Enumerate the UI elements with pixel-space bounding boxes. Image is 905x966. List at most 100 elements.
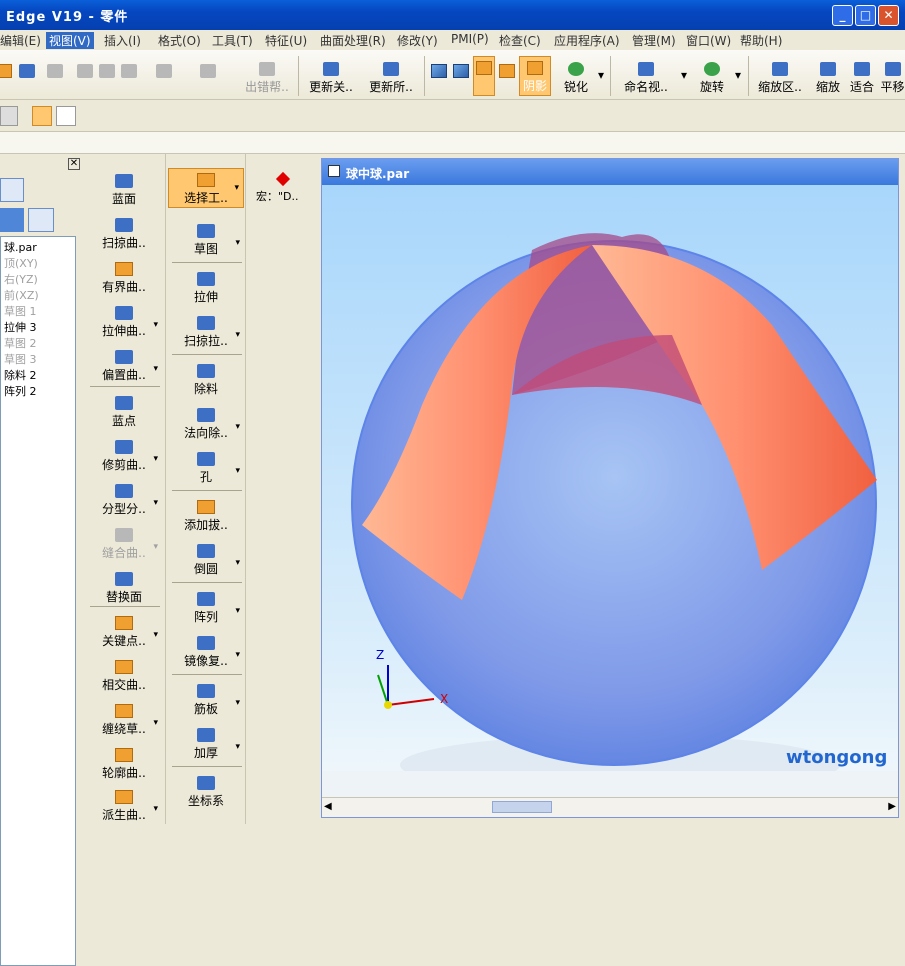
swept-surface-button[interactable]: 扫掠曲..	[86, 218, 162, 251]
sharpen-dropdown[interactable]: ▾	[597, 68, 605, 82]
wrap-sketch-button[interactable]: 缠绕草.. ▾	[86, 704, 162, 737]
tree-item[interactable]: 顶(XY)	[4, 255, 38, 271]
round-button[interactable]: 倒圆 ▾	[168, 544, 244, 577]
menu-inspect[interactable]: 检查(C)	[499, 32, 541, 49]
tree-item[interactable]: 拉伸 3	[4, 319, 37, 335]
thicken-button[interactable]: 加厚 ▾	[168, 728, 244, 761]
maximize-button[interactable]: □	[855, 5, 876, 26]
scroll-thumb[interactable]	[492, 801, 552, 813]
tree-file[interactable]: 球.par	[4, 239, 37, 255]
update-all-icon	[383, 62, 399, 76]
intersection-curve-button[interactable]: 相交曲..	[86, 660, 162, 693]
bounded-surface-button[interactable]: 有界曲..	[86, 262, 162, 295]
assembly-icon[interactable]	[0, 208, 24, 232]
offset-surface-button[interactable]: 偏置曲.. ▾	[86, 350, 162, 383]
hole-button[interactable]: 孔 ▾	[168, 452, 244, 485]
coordinate-system-button[interactable]: 坐标系	[168, 776, 244, 809]
swept-protrusion-button[interactable]: 扫掠拉.. ▾	[168, 316, 244, 349]
graphics-viewport[interactable]: Z X wtongong	[322, 185, 898, 771]
menu-view[interactable]: 视图(V)	[46, 32, 94, 49]
redo-button[interactable]	[196, 60, 220, 80]
scroll-left-icon[interactable]: ◀	[324, 801, 332, 812]
layers-icon[interactable]	[28, 208, 54, 232]
save-button[interactable]	[18, 60, 36, 80]
undo-button[interactable]	[152, 60, 176, 80]
contour-curve-button[interactable]: 轮廓曲..	[86, 748, 162, 781]
menu-window[interactable]: 窗口(W)	[686, 32, 731, 49]
scroll-right-icon[interactable]: ▶	[888, 801, 896, 812]
blue-surf-button[interactable]: 蓝面	[86, 174, 162, 207]
rib-button[interactable]: 筋板 ▾	[168, 684, 244, 717]
copy-button[interactable]	[98, 60, 116, 80]
trim-surface-button[interactable]: 修剪曲.. ▾	[86, 440, 162, 473]
zoom-button[interactable]: 缩放	[812, 58, 844, 95]
print-button[interactable]	[46, 60, 64, 80]
select-tool-button[interactable]: 选择工.. ▾	[168, 168, 244, 208]
pattern-button[interactable]: 阵列 ▾	[168, 592, 244, 625]
tree-item[interactable]: 除料 2	[4, 367, 37, 383]
parting-split-button[interactable]: 分型分.. ▾	[86, 484, 162, 517]
select-filter-2-button[interactable]	[56, 106, 76, 126]
menu-insert[interactable]: 插入(I)	[104, 32, 141, 49]
minimize-button[interactable]: _	[832, 5, 853, 26]
menu-surfacing[interactable]: 曲面处理(R)	[320, 32, 386, 49]
derived-curve-button[interactable]: 派生曲.. ▾	[86, 790, 162, 823]
select-filter-1-button[interactable]	[32, 106, 52, 126]
tree-item[interactable]: 阵列 2	[4, 383, 37, 399]
mirror-copy-button[interactable]: 镜像复.. ▾	[168, 636, 244, 669]
close-button[interactable]: ✕	[878, 5, 899, 26]
horizontal-scrollbar[interactable]: ◀ ▶	[322, 797, 898, 817]
tree-item[interactable]: 前(XZ)	[4, 287, 39, 303]
named-view-button[interactable]: 命名视..	[618, 58, 674, 95]
tree-item[interactable]: 草图 3	[4, 351, 37, 367]
update-all-button[interactable]: 更新所..	[364, 58, 418, 95]
menu-edit[interactable]: 编辑(E)	[0, 32, 41, 49]
fit-button[interactable]: 适合	[846, 58, 878, 95]
update-relations-button[interactable]: 更新关..	[304, 58, 358, 95]
menu-manage[interactable]: 管理(M)	[632, 32, 676, 49]
view-cube-1-button[interactable]	[430, 60, 448, 80]
extrude-button[interactable]: 拉伸	[168, 272, 244, 305]
zoom-area-button[interactable]: 缩放区..	[754, 58, 806, 95]
view-cube-3-button[interactable]	[498, 60, 516, 80]
menu-help[interactable]: 帮助(H)	[740, 32, 782, 49]
shading-button[interactable]: 阴影	[519, 56, 551, 96]
cutout-button[interactable]: 除料	[168, 364, 244, 397]
sketch-button[interactable]: 草图 ▾	[168, 224, 244, 257]
sharpen-button[interactable]: 锐化	[556, 58, 596, 95]
fit-icon	[854, 62, 870, 76]
pan-button[interactable]: 平移	[880, 58, 905, 95]
extruded-surface-button[interactable]: 拉伸曲.. ▾	[86, 306, 162, 339]
named-view-dropdown[interactable]: ▾	[680, 68, 688, 82]
pathfinder-gear-icon[interactable]	[0, 178, 24, 202]
menu-features[interactable]: 特征(U)	[265, 32, 307, 49]
menu-format[interactable]: 格式(O)	[158, 32, 201, 49]
add-draft-button[interactable]: 添加拔..	[168, 500, 244, 533]
tree-item[interactable]: 右(YZ)	[4, 271, 38, 287]
shaded-visible-edges-button[interactable]	[473, 56, 495, 96]
rotate-button[interactable]: 旋转	[694, 58, 730, 95]
view-cube-2-button[interactable]	[452, 60, 470, 80]
blue-dot-button[interactable]: 蓝点	[86, 396, 162, 429]
cut-button[interactable]	[76, 60, 94, 80]
keypoint-curve-button[interactable]: 关键点.. ▾	[86, 616, 162, 649]
ribbon-toggle-button[interactable]	[0, 106, 18, 126]
rotate-dropdown[interactable]: ▾	[734, 68, 742, 82]
pathfinder-close-icon[interactable]: ✕	[68, 158, 80, 170]
menu-pmi[interactable]: PMI(P)	[451, 32, 489, 46]
menu-tools[interactable]: 工具(T)	[212, 32, 253, 49]
normal-cutout-button[interactable]: 法向除.. ▾	[168, 408, 244, 441]
open-button[interactable]	[0, 60, 12, 80]
open-folder-icon	[0, 64, 12, 78]
rotate-label: 旋转	[699, 80, 724, 94]
tree-item[interactable]: 草图 1	[4, 303, 37, 319]
macro-label[interactable]: 宏："D..	[256, 188, 299, 204]
menu-modify[interactable]: 修改(Y)	[397, 32, 438, 49]
stitched-surface-button[interactable]: 缝合曲.. ▾	[86, 528, 162, 561]
paste-button[interactable]	[120, 60, 138, 80]
menu-applications[interactable]: 应用程序(A)	[554, 32, 620, 49]
error-help-button[interactable]: 出错帮..	[240, 58, 294, 95]
tree-item[interactable]: 草图 2	[4, 335, 37, 351]
replace-face-button[interactable]: 替换面	[86, 572, 162, 605]
extruded-surface-icon	[115, 306, 133, 320]
